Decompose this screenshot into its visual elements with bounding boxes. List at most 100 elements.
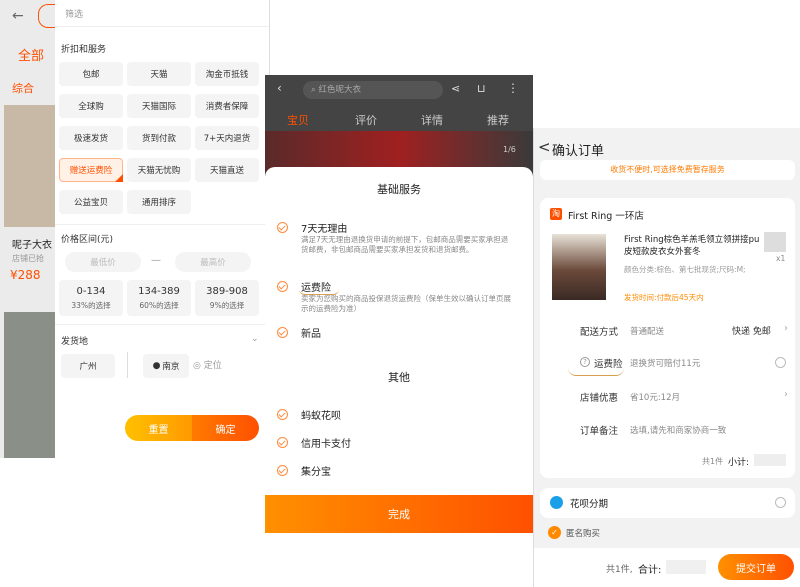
price-range-value: 0-134 [76,286,106,297]
anonymous-check-icon[interactable]: ✓ [548,526,561,539]
chevron-right-icon[interactable]: › [784,323,788,334]
submit-order-button[interactable]: 提交订单 [718,554,794,580]
price-range-pct: 9%的选择 [209,301,245,310]
product-title[interactable]: First Ring棕色羊羔毛领立领拼接pu皮短款皮衣女外套冬 [624,234,762,258]
chevron-down-icon[interactable]: ⌄ [251,334,259,344]
reset-button[interactable]: 重置 [125,415,192,441]
chip-fast-ship[interactable]: 极速发货 [59,126,123,150]
chip-global[interactable]: 全球购 [59,94,123,118]
discount-title: 折扣和服务 [61,45,107,55]
product-image[interactable] [265,131,533,171]
other-title: 其他 [388,371,410,384]
quantity: x1 [776,254,786,263]
check-icon [277,437,288,448]
footer-total-label: 合计: [638,565,662,576]
service-name: 新品 [301,329,321,340]
location-nanjing-label: 南京 [162,362,180,372]
product-thumbnail[interactable] [4,312,55,458]
chevron-right-icon[interactable]: › [784,389,788,400]
shop-discount-value: 省10元:12月 [630,393,680,403]
chip-tmall[interactable]: 天猫 [127,62,191,86]
product-sub: 店铺已抢 [12,254,44,263]
chip-consumer-protect[interactable]: 消费者保障 [195,94,259,118]
shop-discount-label: 店铺优惠 [580,393,619,404]
filter-title: 筛选 [65,10,84,20]
delivery-time: 发货时间:付款后45天内 [624,293,704,302]
insurance-radio[interactable] [775,357,786,368]
back-icon[interactable]: ‹ [277,81,282,95]
chip-general-sort[interactable]: 通用排序 [127,190,191,214]
check-icon [277,465,288,476]
price-range-chip[interactable]: 134-389 60%的选择 [127,280,191,316]
price-range-chip[interactable]: 389-908 9%的选择 [195,280,259,316]
min-price-input[interactable]: 最低价 [65,252,141,272]
check-icon [277,409,288,420]
locate-label: 定位 [203,361,222,371]
location-nanjing[interactable]: ● 南京 [143,354,189,378]
search-input[interactable]: ⌕ 红色呢大衣 [303,81,443,99]
product-attrs: 颜色分类:棕色、第七批现货;尺码:M; [624,265,746,274]
price-dash: — [151,255,161,266]
chip-taojinbi[interactable]: 淘金币抵钱 [195,62,259,86]
product-image[interactable] [552,234,606,300]
product-thumbnail[interactable] [4,105,55,227]
price-range-pct: 60%的选择 [139,301,179,310]
chip-shipping-insurance[interactable]: 赠送运费险 [59,158,123,182]
handwritten-underline [568,368,624,376]
tab-recommend[interactable]: 推荐 [487,112,509,128]
tab-bar: 宝贝 评价 详情 推荐 [265,105,533,131]
subtotal-count: 共1件 [702,457,724,466]
chip-tmall-wuyou[interactable]: 天猫无忧购 [127,158,191,182]
price-range-chip[interactable]: 0-134 33%的选择 [59,280,123,316]
shipping-right[interactable]: 快递 免邮 [732,324,771,337]
price-range-pct: 33%的选择 [71,301,111,310]
price-title: 价格区间(元) [61,235,114,245]
huabei-radio[interactable] [775,497,786,508]
order-note-input[interactable]: 选填,请先和商家协商一致 [630,424,726,436]
page-title: 确认订单 [552,144,605,159]
shop-name[interactable]: First Ring 一环店 [568,208,644,222]
tab-all[interactable]: 全部 [18,45,44,64]
location-guangzhou[interactable]: 广州 [61,354,115,378]
footer-bar: 共1件, 合计: 提交订单 [534,548,800,587]
product-service-screen: ‹ ⌕ 红色呢大衣 ⋖ ⊔ ⋮ 宝贝 评价 详情 推荐 1/6 基础服务 7天无… [265,75,533,587]
notice-bar: 收货不便时,可选择免费暂存服务 [540,160,795,180]
sort-label[interactable]: 综合 [12,80,34,96]
shop-badge-icon: 淘 [550,208,562,220]
confirm-button[interactable]: 确定 [192,415,259,441]
chip-cod[interactable]: 货到付款 [127,126,191,150]
shipping-method-value: 普通配送 [630,327,665,337]
max-price-input[interactable]: 最高价 [175,252,251,272]
footer-count: 共1件, [606,565,633,575]
subtotal-label: 小计: [728,458,750,468]
cart-icon[interactable]: ⊔ [477,82,486,95]
locate-icon: ◎ [193,361,201,371]
huabei-icon [550,496,563,509]
service-sheet: 基础服务 7天无理由 满足7天无理由退换货申请的前提下，包邮商品需要买家承担退货… [265,167,533,587]
more-icon[interactable]: ⋮ [507,81,519,95]
service-desc: 满足7天无理由退换货申请的前提下，包邮商品需要买家承担退货邮费，非包邮商品需要买… [301,235,509,254]
locate-button[interactable]: ◎ 定位 [193,358,222,371]
question-icon[interactable]: ? [580,357,590,367]
other-item: 集分宝 [301,467,331,478]
price-range-value: 389-908 [206,286,248,297]
share-icon[interactable]: ⋖ [451,82,460,95]
chip-baoyou[interactable]: 包邮 [59,62,123,86]
tab-reviews[interactable]: 评价 [355,112,377,128]
chip-tmall-direct[interactable]: 天猫直送 [195,158,259,182]
service-name: 7天无理由 [301,224,348,235]
tab-items[interactable]: 宝贝 [287,112,309,128]
chip-7day-return[interactable]: 7+天内退货 [195,126,259,150]
filter-panel: 筛选 折扣和服务 包邮 天猫 淘金币抵钱 全球购 天猫国际 消费者保障 极速发货… [55,0,269,458]
done-button[interactable]: 完成 [265,495,533,533]
tab-details[interactable]: 详情 [421,112,443,128]
footer-total-blurred [666,560,706,574]
search-text: 红色呢大衣 [318,85,361,95]
back-arrow-icon[interactable]: ← [12,8,24,24]
product-title[interactable]: 呢子大衣 [12,236,52,251]
order-card: 淘 First Ring 一环店 First Ring棕色羊羔毛领立领拼接pu皮… [540,198,795,478]
chip-charity[interactable]: 公益宝贝 [59,190,123,214]
back-icon[interactable]: < [538,138,551,156]
divider [127,352,128,378]
chip-tmall-intl[interactable]: 天猫国际 [127,94,191,118]
